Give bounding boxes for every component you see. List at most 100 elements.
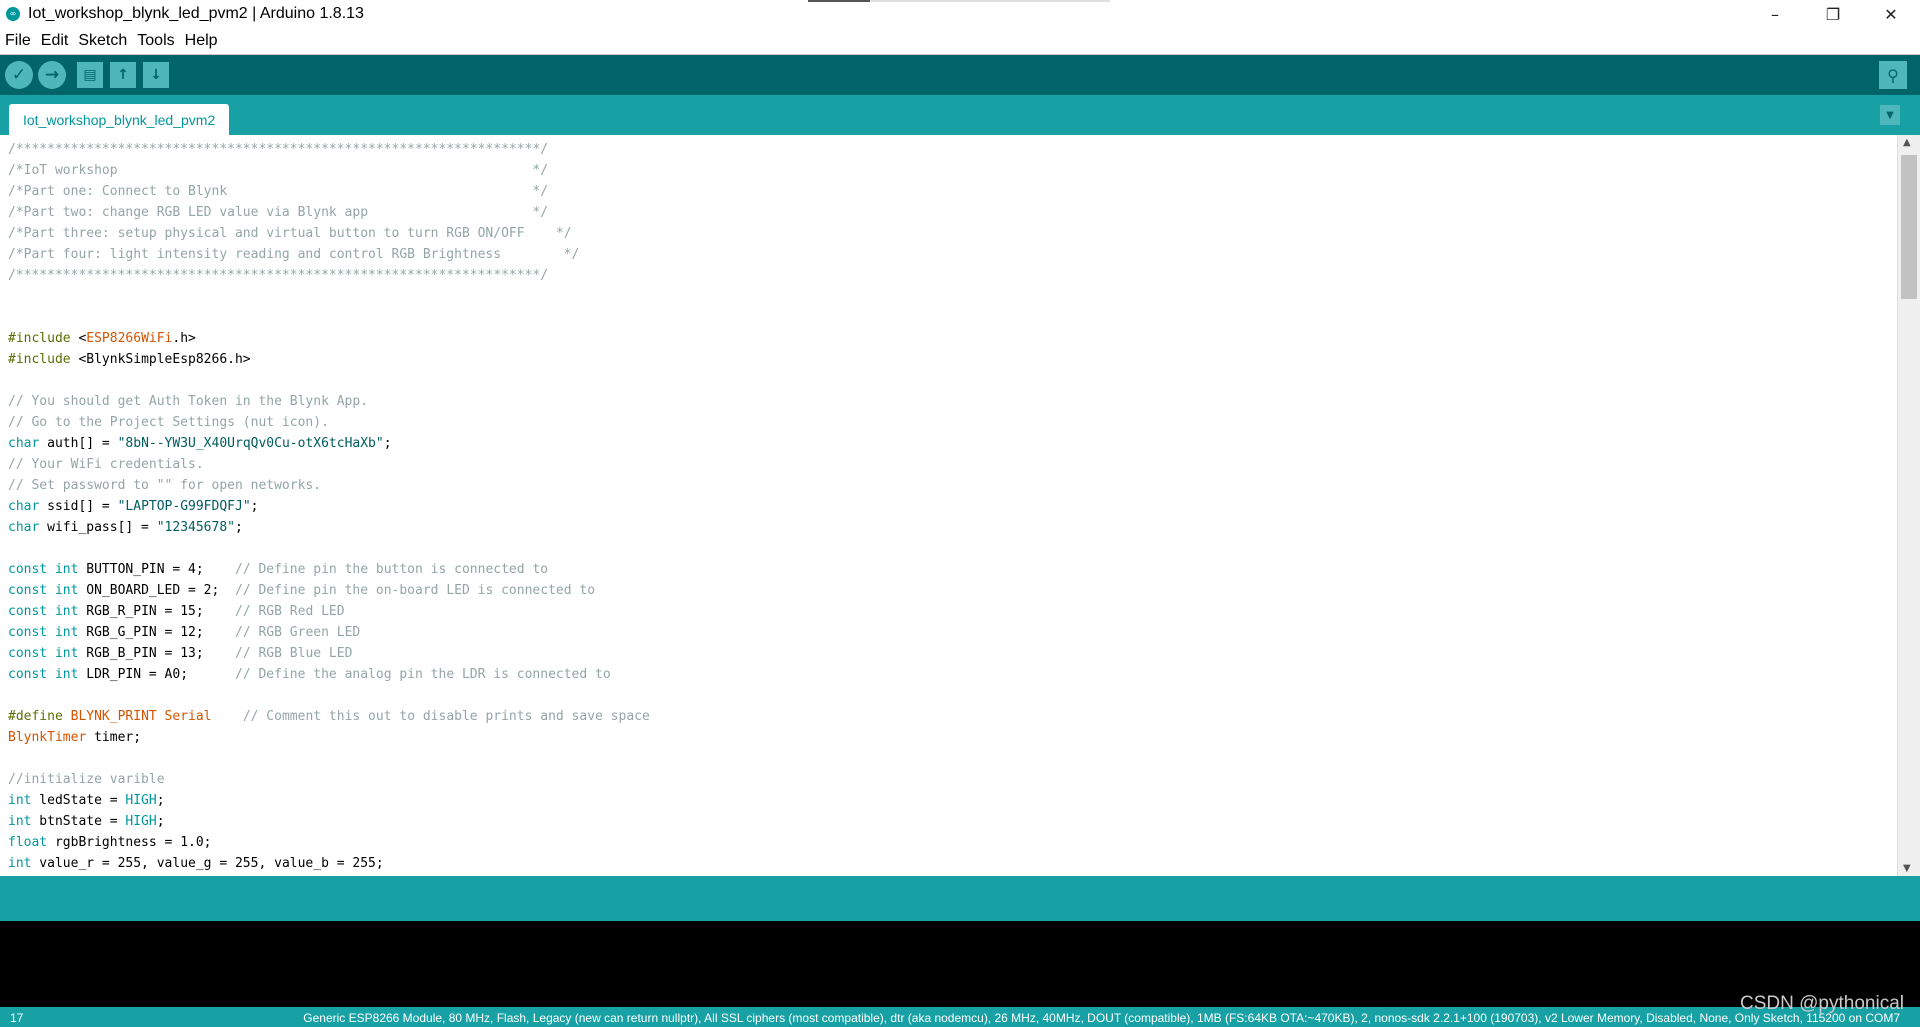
code-token: btnState = [31,814,126,829]
magnifier-icon: ⚲ [1887,65,1899,85]
menu-sketch[interactable]: Sketch [73,32,132,50]
code-token: HIGH [125,793,157,808]
code-token: /*Part three: setup physical and virtual… [8,226,572,241]
code-line[interactable]: #include <ESP8266WiFi.h> [8,328,650,349]
code-line[interactable]: const int LDR_PIN = A0; // Define the an… [8,664,650,685]
code-token: // Comment this out to disable prints an… [242,709,650,724]
new-file-icon: ▤ [83,67,97,83]
code-token: #include [8,331,71,346]
code-line[interactable]: const int RGB_R_PIN = 15; // RGB Red LED [8,601,650,622]
code-token: // Set password to "" for open networks. [8,478,322,493]
new-sketch-button[interactable]: ▤ [77,62,103,88]
code-token: // Define pin the on-board LED is connec… [235,583,596,598]
code-token: const [8,667,48,682]
code-line[interactable]: /***************************************… [8,139,650,160]
code-line[interactable]: #define BLYNK_PRINT Serial // Comment th… [8,706,650,727]
open-sketch-button[interactable]: ↑ [110,62,136,88]
save-sketch-button[interactable]: ↓ [143,62,169,88]
code-token: char [8,436,40,451]
board-info: Generic ESP8266 Module, 80 MHz, Flash, L… [303,1011,1900,1025]
code-line[interactable]: /*Part one: Connect to Blynk */ [8,181,650,202]
code-line[interactable]: // You should get Auth Token in the Blyn… [8,391,650,412]
scrollbar-thumb[interactable] [1901,155,1917,299]
menu-tools[interactable]: Tools [132,32,179,50]
code-token: // Your WiFi credentials. [8,457,204,472]
code-token: // RGB Blue LED [235,646,353,661]
code-token: RGB_B_PIN = 13; [78,646,235,661]
arrow-up-icon: ↑ [117,67,129,83]
code-token: const [8,625,48,640]
code-token: #include [8,352,71,367]
code-token: BUTTON_PIN = 4; [78,562,235,577]
code-line[interactable]: const int ON_BOARD_LED = 2; // Define pi… [8,580,650,601]
code-line[interactable] [8,370,650,391]
code-line[interactable]: /*IoT workshop */ [8,160,650,181]
verify-button[interactable]: ✓ [5,61,33,89]
code-line[interactable] [8,685,650,706]
code-token: HIGH [125,814,157,829]
code-token: // You should get Auth Token in the Blyn… [8,394,369,409]
code-line[interactable]: // Set password to "" for open networks. [8,475,650,496]
code-line[interactable]: const int RGB_B_PIN = 13; // RGB Blue LE… [8,643,650,664]
code-line[interactable]: char wifi_pass[] = "12345678"; [8,517,650,538]
code-editor[interactable]: /***************************************… [0,135,1898,876]
code-line[interactable]: /*Part three: setup physical and virtual… [8,223,650,244]
code-line[interactable]: int ledState = HIGH; [8,790,650,811]
code-token: rgbBrightness = 1.0; [47,835,212,850]
code-line[interactable] [8,538,650,559]
code-line[interactable]: // Your WiFi credentials. [8,454,650,475]
code-line[interactable]: char ssid[] = "LAPTOP-G99FDQFJ"; [8,496,650,517]
code-token: "12345678" [156,520,235,535]
code-line[interactable]: const int RGB_G_PIN = 12; // RGB Green L… [8,622,650,643]
code-token: int [8,814,32,829]
code-token: RGB_G_PIN = 12; [78,625,235,640]
toolbar: ✓ → ▤ ↑ ↓ ⚲ [0,55,1920,95]
code-line[interactable]: #include <BlynkSimpleEsp8266.h> [8,349,650,370]
menu-file[interactable]: File [0,32,36,50]
code-token: /*Part two: change RGB LED value via Bly… [8,205,549,220]
code-line[interactable] [8,286,650,307]
code-token: /*Part one: Connect to Blynk */ [8,184,549,199]
tab-bar: Iot_workshop_blynk_led_pvm2 ▼ [0,95,1920,135]
code-token: // Go to the Project Settings (nut icon)… [8,415,329,430]
code-token: /***************************************… [8,142,549,157]
code-token: ON_BOARD_LED = 2; [78,583,235,598]
upload-button[interactable]: → [38,61,66,89]
editor-vertical-scrollbar[interactable]: ▲ ▼ [1897,135,1920,876]
code-line[interactable]: // Go to the Project Settings (nut icon)… [8,412,650,433]
serial-monitor-button[interactable]: ⚲ [1879,61,1907,89]
code-line[interactable]: /*Part two: change RGB LED value via Bly… [8,202,650,223]
code-line[interactable]: BlynkTimer timer; [8,727,650,748]
menu-help[interactable]: Help [180,32,223,50]
scroll-up-icon[interactable]: ▲ [1903,137,1911,148]
restore-button[interactable]: ❐ [1804,0,1862,28]
code-line[interactable]: int value_r = 255, value_g = 255, value_… [8,853,650,874]
code-token: <BlynkSimpleEsp8266.h> [70,352,251,367]
code-line[interactable]: /***************************************… [8,265,650,286]
code-line[interactable]: float rgbBrightness = 1.0; [8,832,650,853]
tab-sketch[interactable]: Iot_workshop_blynk_led_pvm2 [9,104,230,135]
console-output[interactable] [0,921,1920,1007]
code-line[interactable] [8,748,650,769]
close-button[interactable]: ✕ [1862,0,1920,28]
code-token: int [54,667,79,682]
code-line[interactable]: //initialize varible [8,769,650,790]
code-line[interactable]: /*Part four: light intensity reading and… [8,244,650,265]
code-line[interactable]: const int BUTTON_PIN = 4; // Define pin … [8,559,650,580]
title-bar: ∞ Iot_workshop_blynk_led_pvm2 | Arduino … [0,0,1920,28]
code-token: int [54,604,79,619]
tab-menu-button[interactable]: ▼ [1880,105,1900,125]
code-line[interactable]: char auth[] = "8bN--YW3U_X40UrqQv0Cu-otX… [8,433,650,454]
scroll-down-icon[interactable]: ▼ [1903,863,1911,874]
code-line[interactable] [8,307,650,328]
minimize-button[interactable]: – [1746,0,1804,28]
code-content[interactable]: /***************************************… [8,139,650,874]
code-line[interactable]: int btnState = HIGH; [8,811,650,832]
code-token: < [70,331,87,346]
code-token: int [54,625,79,640]
menu-edit[interactable]: Edit [36,32,74,50]
